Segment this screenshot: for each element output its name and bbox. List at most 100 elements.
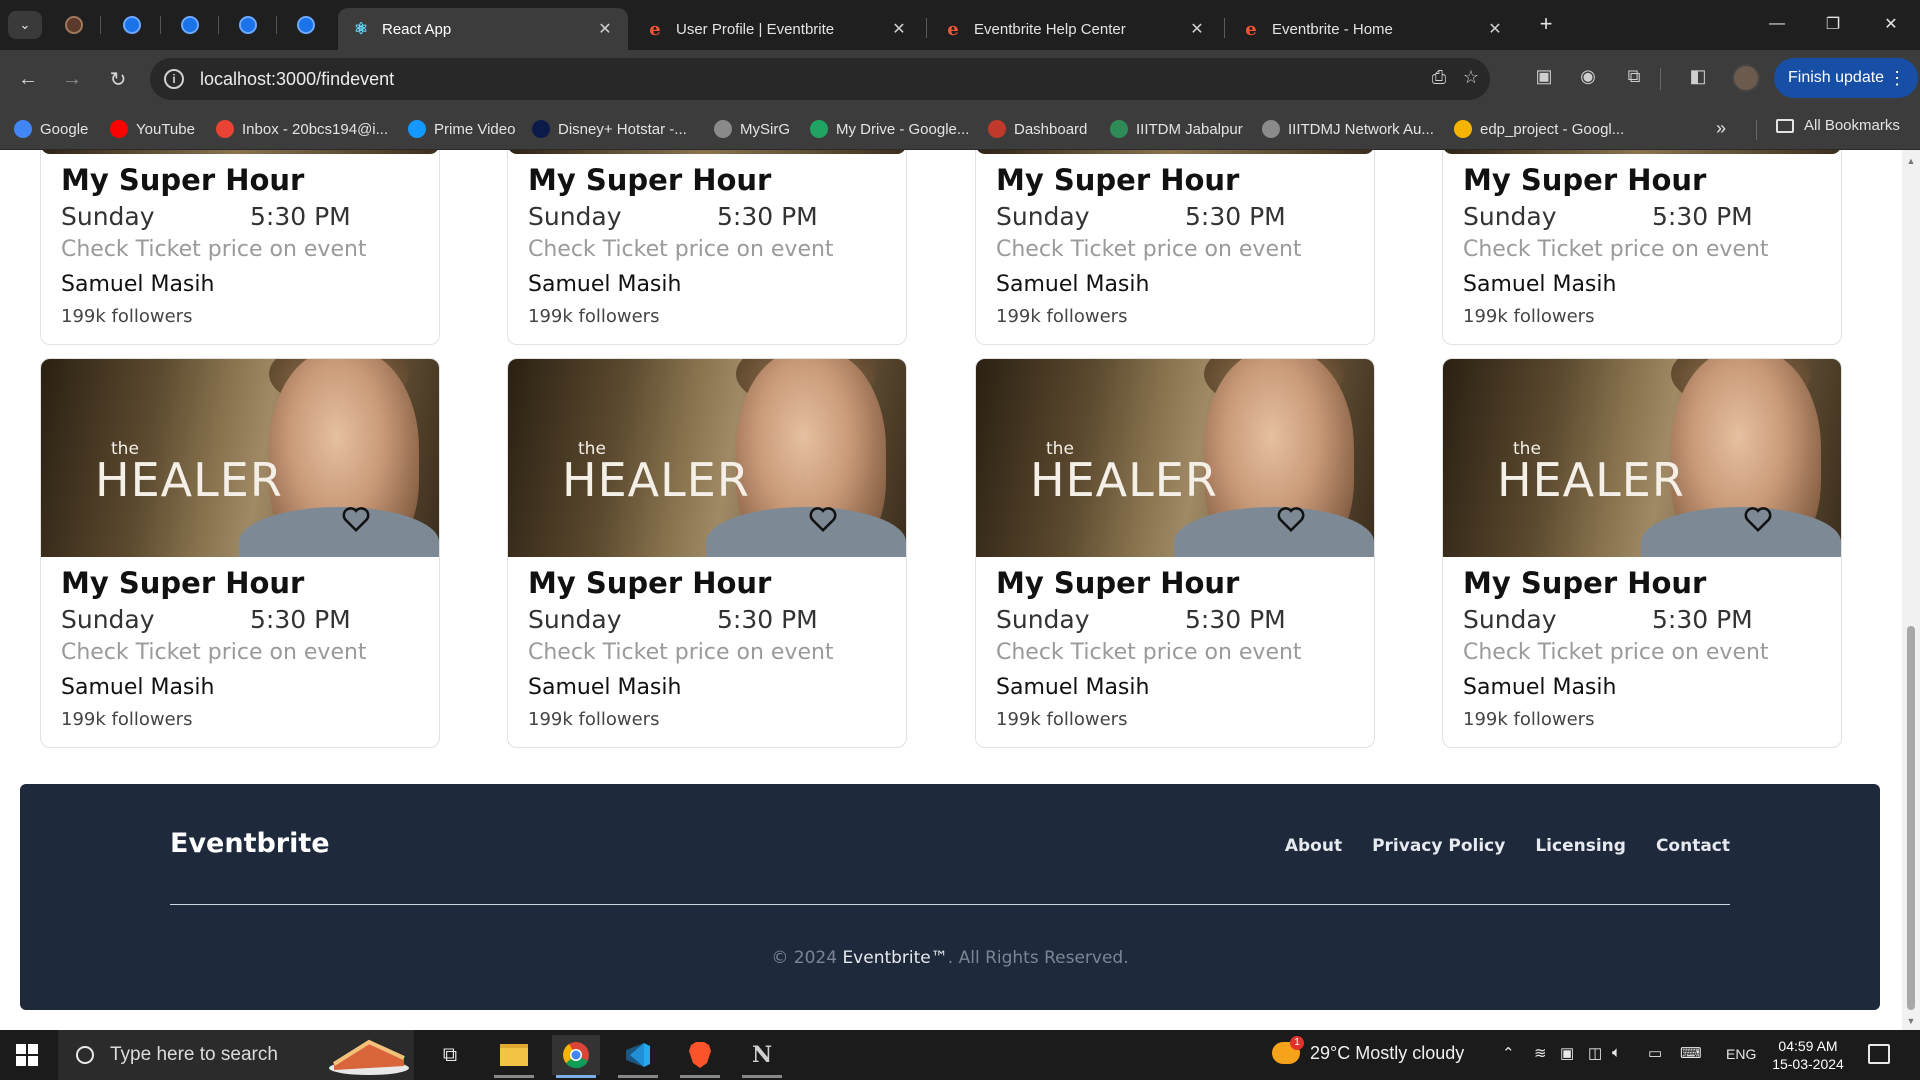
meet-now-icon[interactable]: ▣: [1560, 1044, 1574, 1062]
chevron-up-icon[interactable]: ⌃: [1502, 1044, 1515, 1062]
scroll-down-arrow-icon[interactable]: ▼: [1906, 1016, 1916, 1026]
event-organizer[interactable]: Samuel Masih: [996, 268, 1354, 302]
back-button[interactable]: ←: [14, 65, 42, 93]
event-title[interactable]: My Super Hour: [61, 162, 419, 198]
pinned-tab[interactable]: [294, 13, 318, 37]
address-bar[interactable]: i localhost:3000/findevent ⎙ ☆: [150, 58, 1490, 100]
event-title[interactable]: My Super Hour: [61, 565, 419, 601]
bookmark-item[interactable]: YouTube: [110, 117, 195, 141]
heart-icon[interactable]: [341, 504, 371, 534]
event-card[interactable]: the HEALER My Super Hour Sunday 5:30 PM Check…: [40, 358, 440, 748]
avatar[interactable]: [1732, 64, 1760, 92]
volume-icon[interactable]: 🔈︎: [1612, 1044, 1621, 1061]
bookmark-item[interactable]: Dashboard: [988, 117, 1087, 141]
scroll-thumb[interactable]: [1907, 626, 1915, 1010]
footer-brand[interactable]: Eventbrite: [170, 828, 330, 859]
tab-user-profile[interactable]: e User Profile | Eventbrite ✕: [632, 8, 922, 50]
event-organizer[interactable]: Samuel Masih: [1463, 268, 1821, 302]
keyboard-icon[interactable]: ⌨: [1680, 1044, 1702, 1062]
heart-icon[interactable]: [1743, 504, 1773, 534]
copyright-brand[interactable]: Eventbrite™: [842, 948, 947, 968]
weather-widget[interactable]: 1 29°C Mostly cloudy: [1272, 1036, 1464, 1064]
extension-icon[interactable]: ◉: [1574, 66, 1602, 92]
new-tab-button[interactable]: +: [1534, 12, 1558, 36]
battery-icon[interactable]: ▭: [1648, 1044, 1662, 1062]
bookmark-item[interactable]: Disney+ Hotstar -...: [532, 117, 687, 141]
event-organizer[interactable]: Samuel Masih: [996, 671, 1354, 705]
tab-help-center[interactable]: e Eventbrite Help Center ✕: [930, 8, 1220, 50]
finish-update-button[interactable]: Finish update ⋮: [1774, 58, 1919, 98]
install-app-icon[interactable]: ⎙: [1426, 67, 1452, 91]
chrome-app[interactable]: [552, 1035, 600, 1078]
event-title[interactable]: My Super Hour: [1463, 565, 1821, 601]
event-title[interactable]: My Super Hour: [996, 162, 1354, 198]
close-icon[interactable]: ✕: [1486, 19, 1504, 39]
vscode-app[interactable]: [614, 1035, 662, 1078]
notion-app[interactable]: N: [738, 1035, 786, 1078]
url-text[interactable]: localhost:3000/findevent: [200, 69, 394, 90]
minimize-button[interactable]: —: [1752, 10, 1802, 38]
event-card[interactable]: My Super Hour Sunday 5:30 PM Check Ticket p…: [975, 150, 1375, 345]
footer-link-licensing[interactable]: Licensing: [1535, 836, 1626, 856]
page-scrollbar[interactable]: ▲ ▼: [1902, 150, 1920, 1030]
footer-link-contact[interactable]: Contact: [1656, 836, 1730, 856]
footer-link-privacy-policy[interactable]: Privacy Policy: [1372, 836, 1505, 856]
restore-button[interactable]: ❐: [1808, 10, 1858, 38]
file-explorer-app[interactable]: [490, 1035, 538, 1078]
event-poster-image[interactable]: the HEALER: [1443, 359, 1841, 557]
scroll-up-arrow-icon[interactable]: ▲: [1906, 156, 1916, 166]
pinned-tab[interactable]: [178, 13, 202, 37]
task-view-button[interactable]: ⧉: [426, 1035, 474, 1075]
system-clock[interactable]: 04:59 AM 15-03-2024: [1768, 1037, 1848, 1073]
tab-react-app[interactable]: ⚛ React App ✕: [338, 8, 628, 50]
event-title[interactable]: My Super Hour: [996, 565, 1354, 601]
bookmark-item[interactable]: IIITDMJ Network Au...: [1262, 117, 1434, 141]
bookmarks-overflow-icon[interactable]: »: [1716, 118, 1726, 139]
event-organizer[interactable]: Samuel Masih: [1463, 671, 1821, 705]
bookmark-item[interactable]: edp_project - Googl...: [1454, 117, 1624, 141]
bookmark-item[interactable]: IIITDM Jabalpur: [1110, 117, 1243, 141]
site-info-icon[interactable]: i: [164, 69, 184, 89]
close-icon[interactable]: ✕: [890, 19, 908, 39]
camera-icon[interactable]: ◫: [1588, 1044, 1602, 1062]
windows-start-button[interactable]: [16, 1044, 38, 1066]
event-title[interactable]: My Super Hour: [528, 162, 886, 198]
pinned-tab[interactable]: [120, 13, 144, 37]
all-bookmarks-button[interactable]: All Bookmarks: [1776, 117, 1900, 134]
screenshot-extension-icon[interactable]: ▣: [1530, 66, 1558, 92]
event-card[interactable]: the HEALER My Super Hour Sunday 5:30 PM Check…: [507, 358, 907, 748]
notification-center-icon[interactable]: [1868, 1044, 1890, 1064]
event-organizer[interactable]: Samuel Masih: [528, 268, 886, 302]
heart-icon[interactable]: [808, 504, 838, 534]
event-organizer[interactable]: Samuel Masih: [528, 671, 886, 705]
reload-button[interactable]: ↻: [104, 65, 132, 93]
bookmark-item[interactable]: MySirG: [714, 117, 790, 141]
heart-icon[interactable]: [1276, 504, 1306, 534]
bookmark-item[interactable]: My Drive - Google...: [810, 117, 969, 141]
event-poster-image[interactable]: the HEALER: [41, 359, 439, 557]
tab-eventbrite-home[interactable]: e Eventbrite - Home ✕: [1228, 8, 1518, 50]
star-icon[interactable]: ☆: [1458, 67, 1484, 91]
event-card[interactable]: My Super Hour Sunday 5:30 PM Check Ticket p…: [1442, 150, 1842, 345]
event-organizer[interactable]: Samuel Masih: [61, 671, 419, 705]
network-icon[interactable]: ≋: [1534, 1044, 1547, 1062]
event-poster-image[interactable]: the HEALER: [976, 359, 1374, 557]
event-card[interactable]: the HEALER My Super Hour Sunday 5:30 PM Check…: [1442, 358, 1842, 748]
event-card[interactable]: My Super Hour Sunday 5:30 PM Check Ticket p…: [40, 150, 440, 345]
close-icon[interactable]: ✕: [1188, 19, 1206, 39]
forward-button[interactable]: →: [58, 65, 86, 93]
event-poster-image[interactable]: the HEALER: [508, 359, 906, 557]
event-card[interactable]: the HEALER My Super Hour Sunday 5:30 PM Check…: [975, 358, 1375, 748]
event-title[interactable]: My Super Hour: [1463, 162, 1821, 198]
event-title[interactable]: My Super Hour: [528, 565, 886, 601]
footer-link-about[interactable]: About: [1285, 836, 1342, 856]
bookmark-item[interactable]: Prime Video: [408, 117, 515, 141]
tab-search-button[interactable]: ⌄: [8, 11, 42, 39]
bookmark-item[interactable]: Inbox - 20bcs194@i...: [216, 117, 388, 141]
bookmark-item[interactable]: Google: [14, 117, 88, 141]
brave-app[interactable]: [676, 1035, 724, 1078]
side-panel-icon[interactable]: ◧: [1684, 66, 1712, 92]
pinned-tab[interactable]: [62, 13, 86, 37]
puzzle-icon[interactable]: ⧉: [1620, 66, 1648, 92]
close-window-button[interactable]: ✕: [1866, 10, 1916, 38]
